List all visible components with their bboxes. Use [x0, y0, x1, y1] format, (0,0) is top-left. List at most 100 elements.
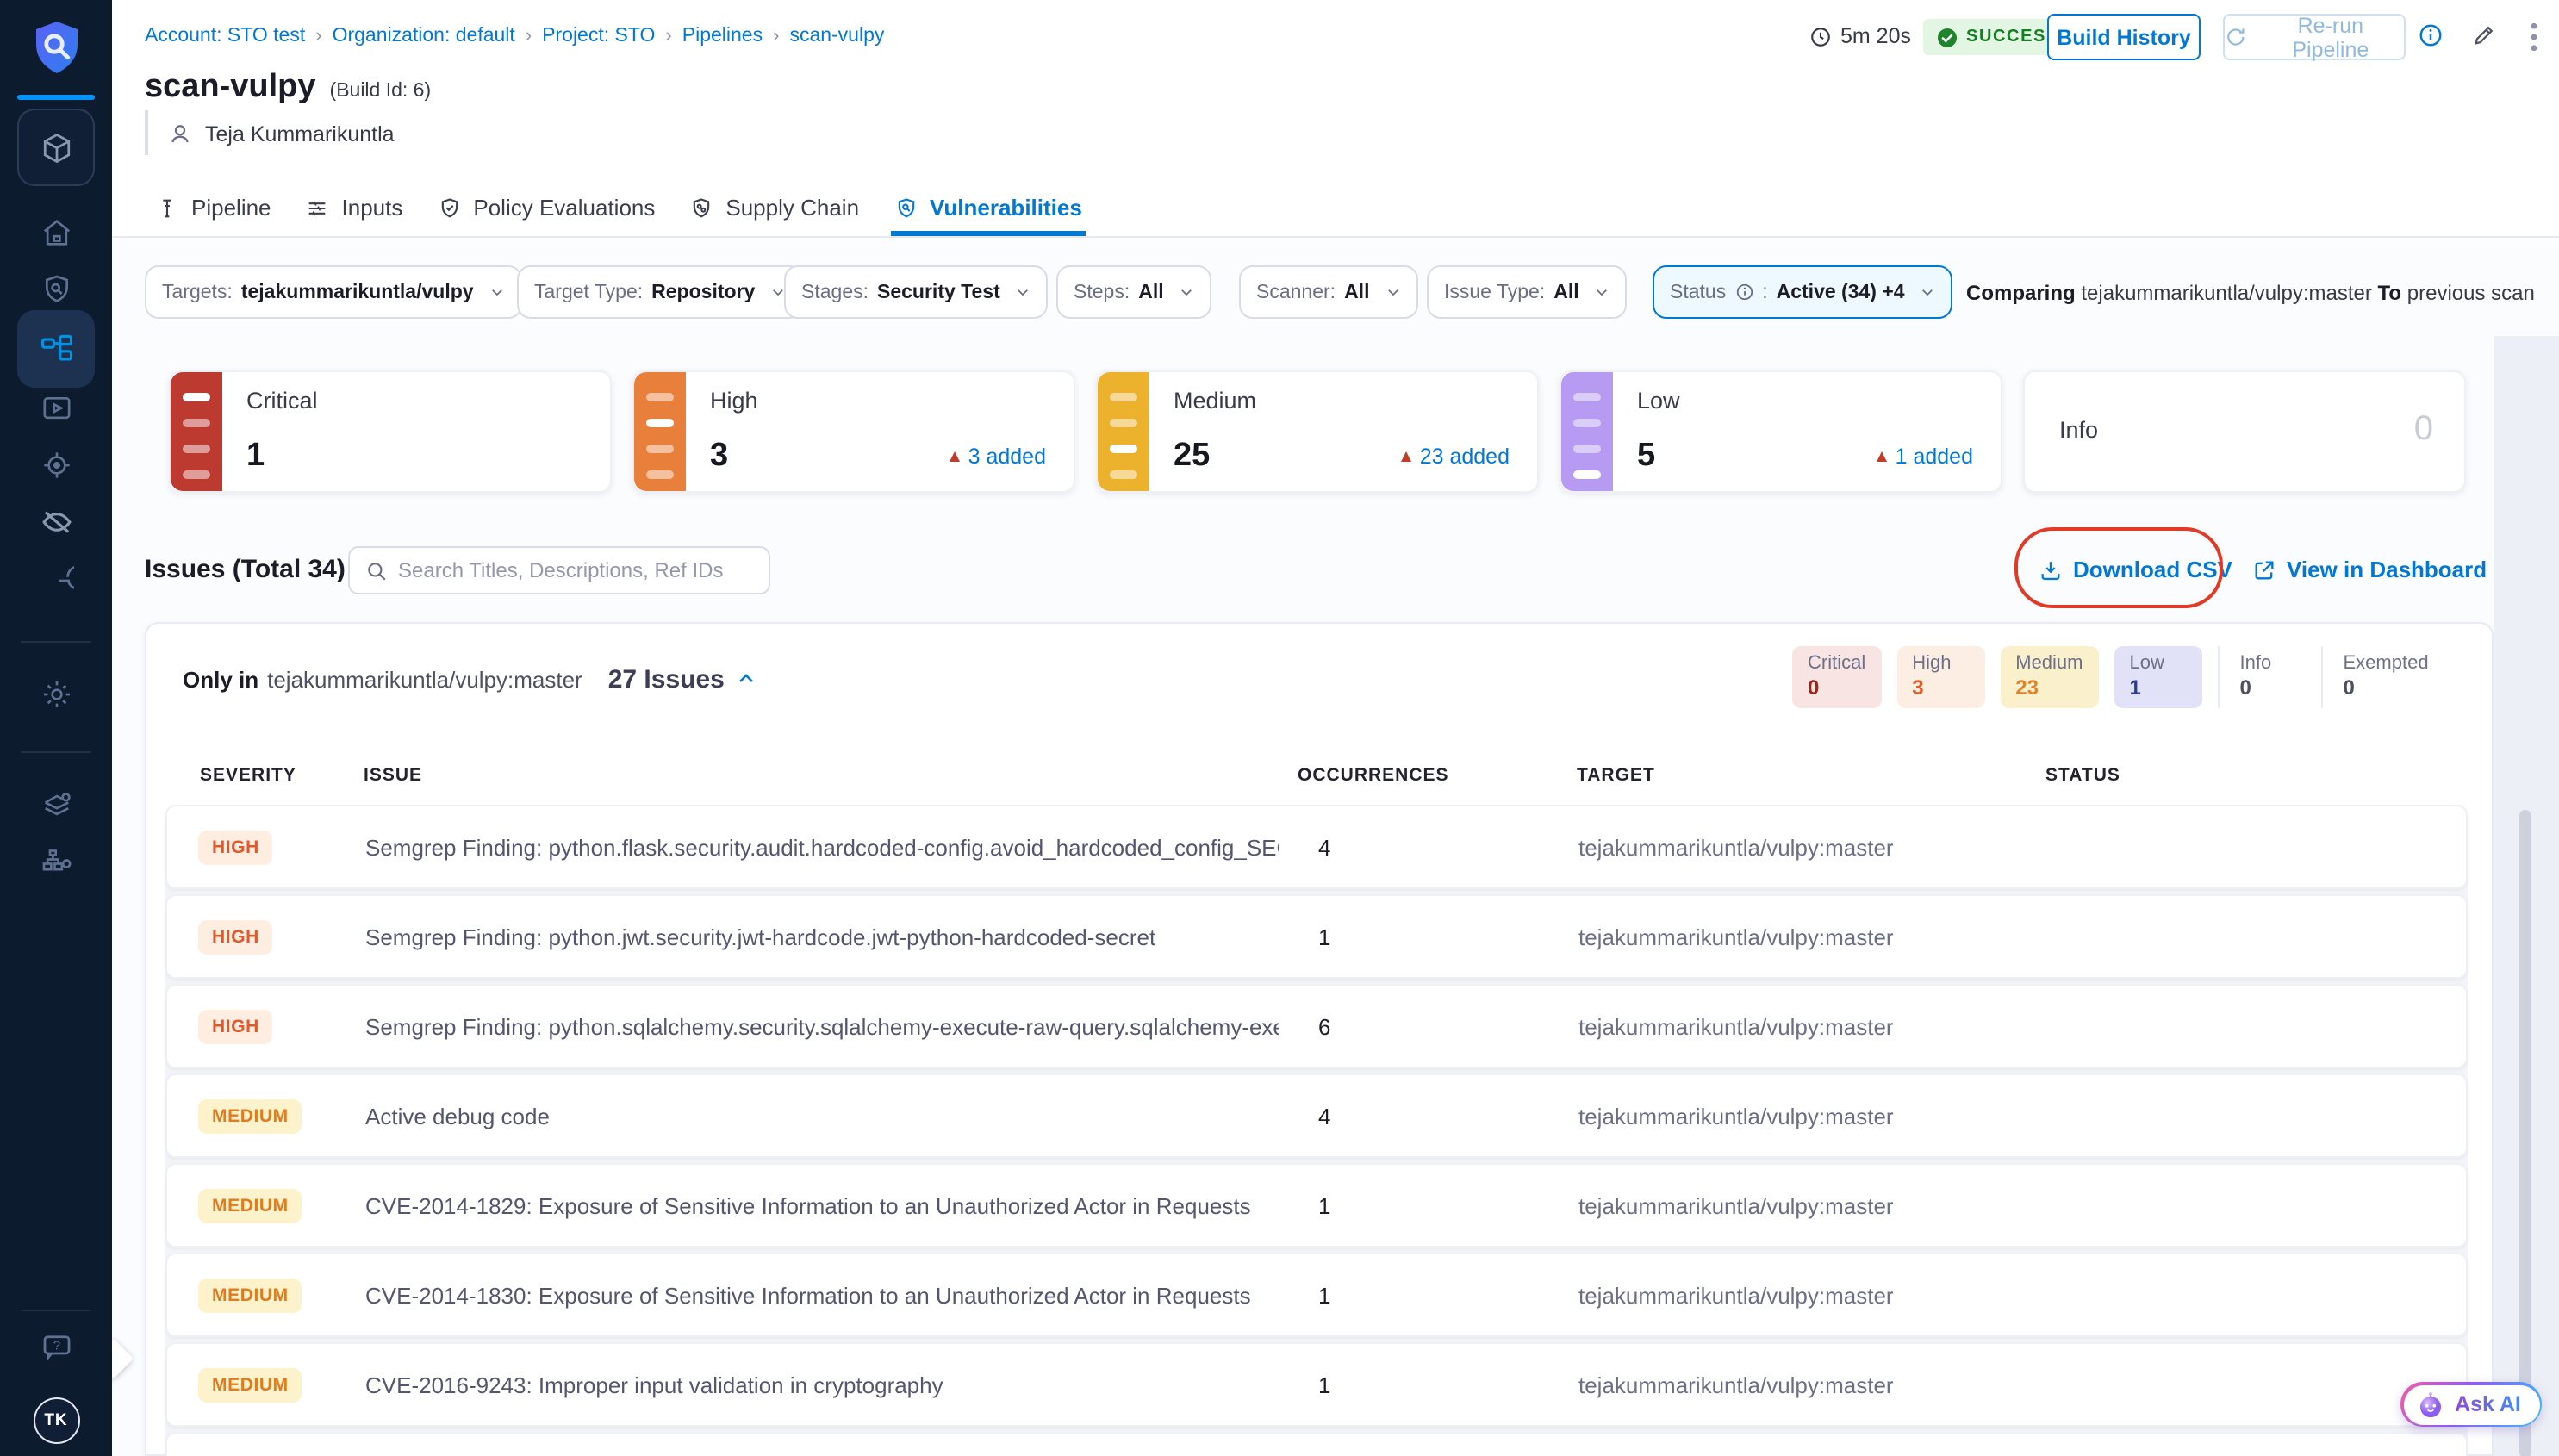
breadcrumb-pipelines[interactable]: Pipelines: [682, 26, 763, 47]
breadcrumb-current[interactable]: scan-vulpy: [789, 26, 884, 47]
rerun-pipeline-button[interactable]: Re-run Pipeline: [2223, 14, 2406, 60]
severity-gauge-icon: [1098, 372, 1149, 491]
table-row[interactable]: MEDIUM Active debug code 4 tejakummariku…: [165, 1073, 2468, 1158]
chip-critical: Critical0: [1792, 646, 1881, 708]
issue-title: Semgrep Finding: python.sqlalchemy.secur…: [365, 1013, 1279, 1039]
sidebar-exemptions-eye-off-icon[interactable]: [38, 504, 74, 540]
tab-inputs[interactable]: Inputs: [302, 179, 407, 236]
sidebar-scans-shield-icon[interactable]: [39, 272, 73, 307]
issue-target: tejakummarikuntla/vulpy:master: [1578, 1013, 1894, 1039]
issue-target: tejakummarikuntla/vulpy:master: [1578, 1103, 1894, 1129]
filter-target-type[interactable]: Target Type:Repository: [517, 265, 803, 319]
issue-title: Semgrep Finding: python.flask.security.a…: [365, 834, 1279, 860]
breadcrumb: Account: STO test › Organization: defaul…: [145, 26, 884, 47]
ask-ai-mascot-icon: [2415, 1390, 2444, 1419]
table-row[interactable]: MEDIUM CVE-2014-1830: Exposure of Sensit…: [165, 1253, 2468, 1337]
severity-gauge-icon: [171, 372, 222, 491]
sidebar-divider: [21, 751, 91, 753]
page-title: scan-vulpy: [145, 69, 316, 107]
severity-summary-chips: Critical0 High3 Medium23 Low1 Info0 Exem…: [1792, 646, 2444, 708]
tab-supply-chain[interactable]: Supply Chain: [686, 179, 862, 236]
chevron-down-icon: [1921, 284, 1936, 300]
breadcrumb-separator: ›: [773, 26, 779, 47]
occurrences-count: 1: [1318, 1372, 1330, 1397]
view-in-dashboard-button[interactable]: View in Dashboard: [2252, 557, 2487, 582]
ask-ai-button[interactable]: Ask AI: [2400, 1382, 2543, 1427]
table-row-partial[interactable]: MEDIUM CVE-2017-11424: PyJWT vulnerable …: [165, 1432, 2468, 1456]
severity-gauge-icon: [1561, 372, 1613, 491]
success-check-icon: [1937, 27, 1958, 47]
inputs-sliders-icon: [306, 196, 330, 220]
breadcrumb-project[interactable]: Project: STO: [542, 26, 655, 47]
sidebar-help-chat-icon[interactable]: ?: [38, 1329, 74, 1366]
issues-panel: Only in tejakummarikuntla/vulpy:master 2…: [145, 622, 2494, 1456]
breadcrumb-organization[interactable]: Organization: default: [333, 26, 515, 47]
severity-badge: HIGH: [198, 1009, 273, 1043]
column-header-severity: SEVERITY: [200, 765, 296, 786]
build-history-button[interactable]: Build History: [2047, 14, 2201, 60]
occurrences-count: 1: [1318, 1192, 1330, 1218]
table-row[interactable]: HIGH Semgrep Finding: python.flask.secur…: [165, 805, 2468, 889]
sidebar-targets-icon[interactable]: [39, 448, 73, 482]
sidebar-settings-gear-icon[interactable]: [39, 677, 73, 712]
sidebar: ? TK: [0, 0, 112, 1456]
issue-target: tejakummarikuntla/vulpy:master: [1578, 834, 1894, 860]
chip-medium: Medium23: [2000, 646, 2098, 708]
sto-shield-logo-icon: [28, 19, 84, 78]
chevron-down-icon: [1016, 284, 1031, 300]
triangle-up-icon: [950, 451, 960, 462]
sidebar-org-settings-network-icon[interactable]: [39, 844, 73, 879]
info-circle-icon[interactable]: [2418, 22, 2444, 48]
refresh-icon: [2225, 26, 2247, 48]
issues-search: [348, 546, 770, 594]
severity-gauge-icon: [634, 372, 686, 491]
group-target: tejakummarikuntla/vulpy:master: [267, 667, 582, 693]
shield-chain-icon: [689, 196, 713, 220]
table-row[interactable]: MEDIUM CVE-2014-1829: Exposure of Sensit…: [165, 1163, 2468, 1248]
sidebar-baselines-icon[interactable]: [39, 563, 73, 598]
sidebar-executions-icon[interactable]: [39, 391, 73, 426]
issue-title: Active debug code: [365, 1103, 550, 1129]
issue-target: tejakummarikuntla/vulpy:master: [1578, 1192, 1894, 1218]
breadcrumb-account[interactable]: Account: STO test: [145, 26, 305, 47]
column-header-status: STATUS: [2045, 765, 2120, 786]
filter-steps[interactable]: Steps:All: [1056, 265, 1212, 319]
module-switcher-cube-icon[interactable]: [17, 109, 95, 186]
table-row[interactable]: HIGH Semgrep Finding: python.jwt.securit…: [165, 894, 2468, 979]
occurrences-count: 4: [1318, 834, 1330, 860]
chip-high: High3: [1896, 646, 1984, 708]
table-row[interactable]: HIGH Semgrep Finding: python.sqlalchemy.…: [165, 984, 2468, 1068]
tab-pipeline[interactable]: Pipeline: [152, 179, 275, 236]
occurrences-count: 4: [1318, 1103, 1330, 1129]
scrollbar-thumb[interactable]: [2519, 810, 2531, 1456]
breadcrumb-separator: ›: [315, 26, 321, 47]
more-options-kebab-icon[interactable]: [2530, 22, 2538, 52]
column-header-target: TARGET: [1577, 765, 1655, 786]
filter-status-active[interactable]: Status : Active (34) +4: [1653, 265, 1953, 319]
issues-total-title: Issues (Total 34): [145, 555, 346, 584]
severity-badge: MEDIUM: [198, 1278, 302, 1312]
tab-vulnerabilities[interactable]: Vulnerabilities: [890, 179, 1086, 236]
sidebar-home-icon[interactable]: [39, 215, 73, 250]
chevron-down-icon: [1385, 284, 1400, 300]
severity-card-high: High 3 3 added: [632, 370, 1075, 493]
sidebar-default-settings-layers-icon[interactable]: [39, 787, 73, 822]
download-csv-button[interactable]: Download CSV: [2039, 557, 2232, 582]
filter-scanner[interactable]: Scanner:All: [1239, 265, 1417, 319]
user-avatar[interactable]: TK: [33, 1397, 79, 1444]
chip-low: Low1: [2114, 646, 2202, 708]
collapse-chevron-up-icon[interactable]: [737, 669, 757, 689]
build-id: (Build Id: 6): [330, 81, 432, 102]
severity-card-low: Low 5 1 added: [1560, 370, 2002, 493]
issues-search-input[interactable]: [398, 558, 753, 582]
issue-target: tejakummarikuntla/vulpy:master: [1578, 1282, 1894, 1308]
filter-stages[interactable]: Stages:Security Test: [784, 265, 1049, 319]
filter-targets[interactable]: Targets:tejakummarikuntla/vulpy: [145, 265, 522, 319]
filter-issue-type[interactable]: Issue Type:All: [1427, 265, 1628, 319]
tab-policy-evaluations[interactable]: Policy Evaluations: [433, 179, 658, 236]
sidebar-pipelines-item-active[interactable]: [17, 310, 95, 388]
triangle-up-icon: [1401, 451, 1411, 462]
edit-pencil-icon[interactable]: [2471, 22, 2497, 48]
chip-info: Info0: [2218, 646, 2306, 708]
table-row[interactable]: MEDIUM CVE-2016-9243: Improper input val…: [165, 1342, 2468, 1427]
